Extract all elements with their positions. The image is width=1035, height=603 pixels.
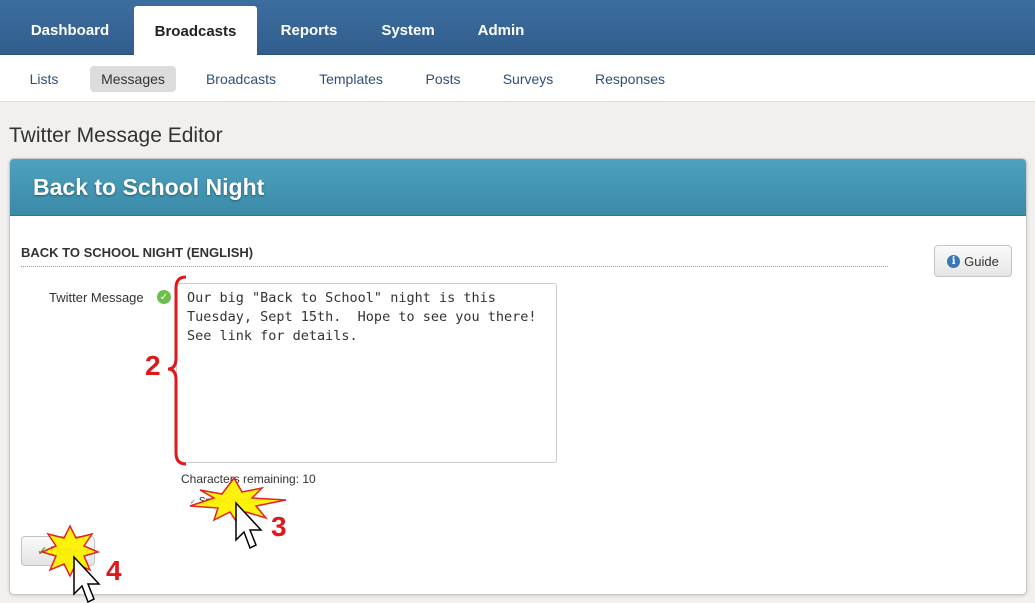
subnav-item-broadcasts[interactable]: Broadcasts (196, 66, 286, 92)
spell-check-label: Spell Check (198, 496, 253, 507)
tab-reports[interactable]: Reports (265, 0, 353, 55)
done-button[interactable]: ✓ Done (21, 536, 95, 566)
check-icon: ✓ (37, 544, 48, 558)
tab-dashboard[interactable]: Dashboard (14, 0, 126, 55)
page-title: Twitter Message Editor (9, 124, 223, 147)
tab-admin[interactable]: Admin (462, 0, 540, 55)
spell-check-icon: ✓ (190, 498, 196, 506)
subnav-item-lists[interactable]: Lists (19, 66, 69, 92)
sub-nav: Lists Messages Broadcasts Templates Post… (0, 55, 1035, 102)
subnav-item-messages[interactable]: Messages (90, 66, 176, 92)
tab-broadcasts[interactable]: Broadcasts (134, 6, 257, 56)
panel-header: Back to School Night (10, 159, 1026, 216)
info-icon: i (947, 254, 961, 268)
step-3-label: 3 (271, 511, 287, 542)
subnav-item-responses[interactable]: Responses (585, 66, 675, 92)
editor-panel: Back to School Night BACK TO SCHOOL NIGH… (9, 158, 1027, 595)
section-title: BACK TO SCHOOL NIGHT (ENGLISH) (21, 245, 888, 267)
panel-header-title: Back to School Night (33, 173, 265, 200)
top-nav: Dashboard Broadcasts Reports System Admi… (0, 0, 1035, 56)
guide-button-label: Guide (964, 253, 999, 269)
valid-check-icon: ✓ (157, 290, 171, 304)
step-2-label: 2 (145, 350, 161, 381)
tab-system[interactable]: System (365, 0, 451, 55)
subnav-item-surveys[interactable]: Surveys (492, 66, 564, 92)
characters-remaining: Characters remaining: 10 (181, 472, 316, 486)
step-4-label: 4 (106, 555, 122, 586)
subnav-item-posts[interactable]: Posts (414, 66, 472, 92)
twitter-message-input[interactable]: Our big "Back to School" night is this T… (176, 283, 557, 463)
spell-check-button[interactable]: ✓ Spell Check (190, 496, 252, 507)
subnav-item-templates[interactable]: Templates (309, 66, 393, 92)
guide-button[interactable]: i Guide (934, 245, 1012, 277)
done-button-label: Done (50, 544, 79, 558)
twitter-message-label: Twitter Message (49, 290, 144, 305)
